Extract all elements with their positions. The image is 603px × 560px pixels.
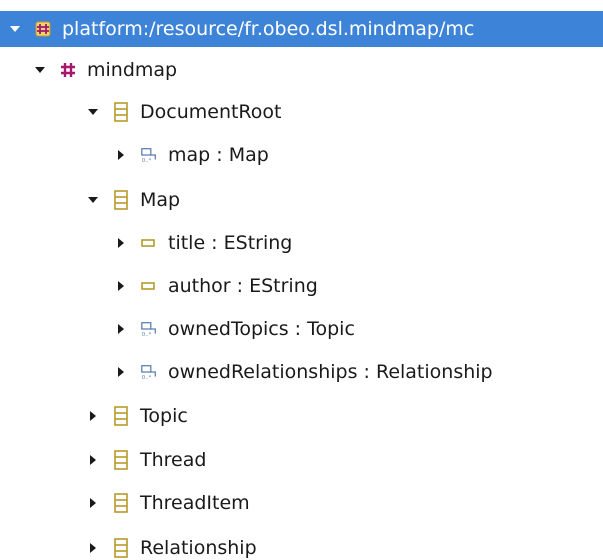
tree-row-class-map[interactable]: Map bbox=[86, 180, 180, 220]
chevron-right-icon bbox=[90, 543, 96, 553]
chevron-right-icon bbox=[118, 324, 124, 334]
tree-row-label: map : Map bbox=[168, 143, 269, 166]
class-icon bbox=[112, 450, 130, 470]
class-icon bbox=[112, 102, 130, 122]
attribute-icon bbox=[140, 234, 158, 252]
tree-row-label: Topic bbox=[140, 404, 188, 427]
tree-row-attribute-title[interactable]: title : EString bbox=[114, 223, 292, 263]
tree-row-label: mindmap bbox=[87, 58, 178, 81]
tree-row-label: Thread bbox=[140, 448, 207, 471]
expand-toggle[interactable] bbox=[86, 409, 100, 423]
tree-row-label: Map bbox=[140, 188, 181, 211]
svg-text:0..*: 0..* bbox=[142, 158, 152, 164]
tree-row-label: ThreadItem bbox=[140, 491, 250, 514]
expand-toggle[interactable] bbox=[114, 148, 128, 162]
chevron-right-icon bbox=[118, 367, 124, 377]
attribute-icon bbox=[140, 277, 158, 295]
expand-toggle[interactable] bbox=[114, 322, 128, 336]
tree-row-label: author : EString bbox=[168, 274, 318, 297]
tree-row-label: Relationship bbox=[140, 536, 257, 559]
package-icon bbox=[59, 61, 77, 79]
tree-row-class-threaditem[interactable]: ThreadItem bbox=[86, 483, 250, 523]
chevron-down-icon bbox=[88, 109, 98, 115]
expand-toggle[interactable] bbox=[86, 453, 100, 467]
reference-icon: 0..* bbox=[140, 146, 158, 164]
class-icon bbox=[112, 493, 130, 513]
tree-row-label: ownedRelationships : Relationship bbox=[168, 360, 493, 383]
tree-row-reference-map[interactable]: 0..* map : Map bbox=[114, 135, 269, 175]
expand-toggle[interactable] bbox=[86, 193, 100, 207]
tree-row-resource[interactable]: platform:/resource/fr.obeo.dsl.mindmap/m… bbox=[0, 11, 603, 47]
chevron-right-icon bbox=[118, 281, 124, 291]
expand-toggle[interactable] bbox=[114, 236, 128, 250]
class-icon bbox=[112, 190, 130, 210]
chevron-right-icon bbox=[90, 411, 96, 421]
expand-toggle[interactable] bbox=[33, 63, 47, 77]
svg-text:0..*: 0..* bbox=[142, 332, 152, 338]
expand-toggle[interactable] bbox=[114, 365, 128, 379]
reference-icon: 0..* bbox=[140, 320, 158, 338]
tree-row-label: DocumentRoot bbox=[140, 100, 282, 123]
tree-row-class-topic[interactable]: Topic bbox=[86, 396, 188, 436]
class-icon bbox=[112, 406, 130, 426]
chevron-down-icon bbox=[88, 197, 98, 203]
tree-row-reference-ownedtopics[interactable]: 0..* ownedTopics : Topic bbox=[114, 309, 355, 349]
package-explorer-tree: platform:/resource/fr.obeo.dsl.mindmap/m… bbox=[0, 0, 603, 560]
tree-row-class-documentroot[interactable]: DocumentRoot bbox=[86, 92, 281, 132]
svg-text:0..*: 0..* bbox=[142, 375, 152, 381]
expand-toggle[interactable] bbox=[86, 541, 100, 555]
chevron-right-icon bbox=[90, 455, 96, 465]
chevron-down-icon bbox=[35, 67, 45, 73]
reference-icon: 0..* bbox=[140, 363, 158, 381]
tree-row-label: platform:/resource/fr.obeo.dsl.mindmap/m… bbox=[62, 17, 475, 40]
expand-toggle[interactable] bbox=[114, 279, 128, 293]
expand-toggle[interactable] bbox=[8, 22, 22, 36]
chevron-down-icon bbox=[10, 26, 20, 32]
expand-toggle[interactable] bbox=[86, 105, 100, 119]
chevron-right-icon bbox=[118, 238, 124, 248]
class-icon bbox=[112, 538, 130, 558]
tree-row-class-thread[interactable]: Thread bbox=[86, 440, 206, 480]
chevron-right-icon bbox=[118, 150, 124, 160]
tree-row-attribute-author[interactable]: author : EString bbox=[114, 266, 318, 306]
tree-row-package-mindmap[interactable]: mindmap bbox=[33, 50, 177, 90]
tree-row-class-relationship[interactable]: Relationship bbox=[86, 528, 257, 560]
resource-icon bbox=[34, 20, 52, 38]
expand-toggle[interactable] bbox=[86, 496, 100, 510]
tree-row-label: title : EString bbox=[168, 231, 293, 254]
tree-row-reference-ownedrelationships[interactable]: 0..* ownedRelationships : Relationship bbox=[114, 352, 493, 392]
tree-row-label: ownedTopics : Topic bbox=[168, 317, 355, 340]
chevron-right-icon bbox=[90, 498, 96, 508]
